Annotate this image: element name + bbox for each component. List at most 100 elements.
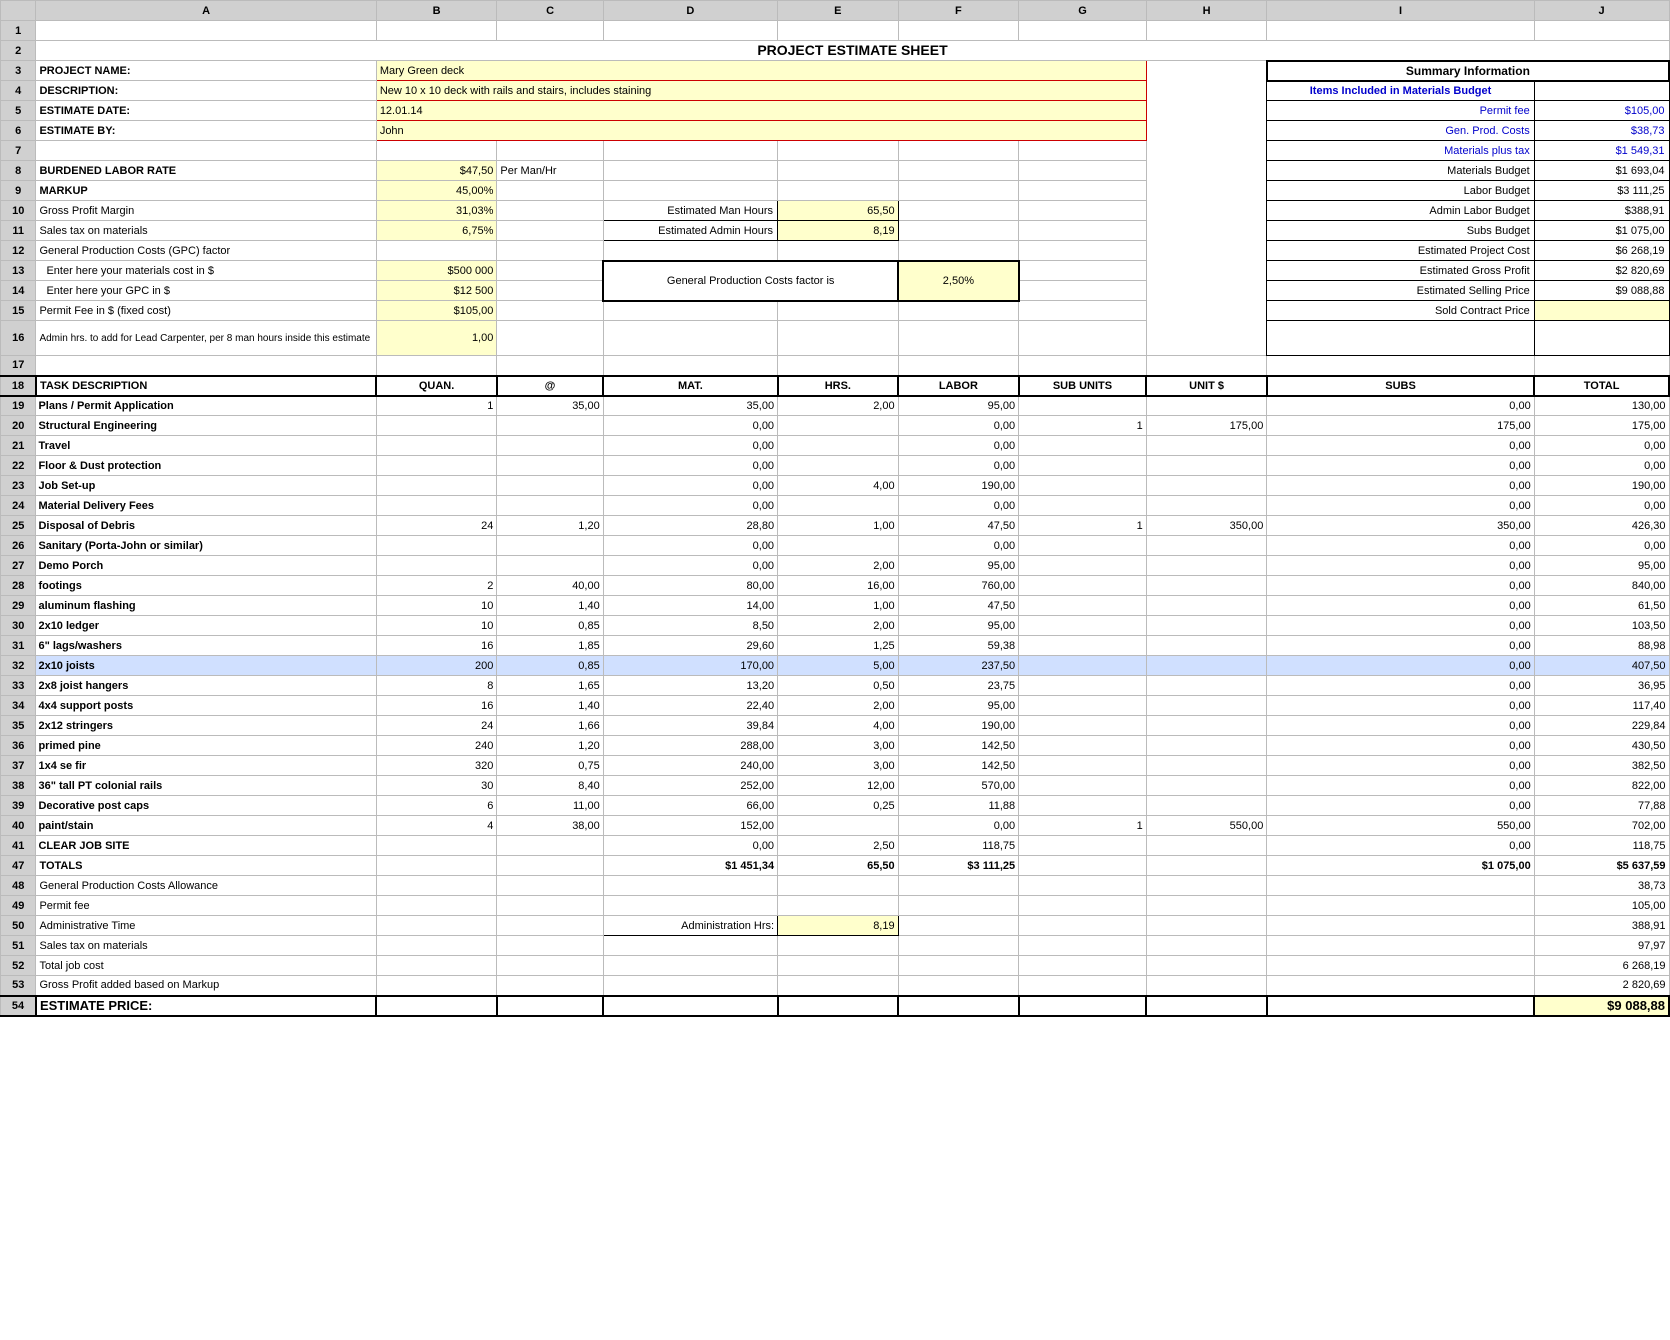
task-at: 0,75 <box>497 756 603 776</box>
task-at: 1,66 <box>497 716 603 736</box>
permit-value[interactable]: $105,00 <box>376 301 497 321</box>
row-8-g <box>1019 161 1147 181</box>
gpc-cost-value[interactable]: $12 500 <box>376 281 497 301</box>
row-9-c <box>497 181 603 201</box>
task-quan: 16 <box>376 696 497 716</box>
task-desc: 2x8 joist hangers <box>36 676 376 696</box>
table-row: 32 2x10 joists 200 0,85 170,00 5,00 237,… <box>1 656 1670 676</box>
task-total: 95,00 <box>1534 556 1669 576</box>
summary-sold-price-value[interactable] <box>1534 301 1669 321</box>
row-25-header: 25 <box>1 516 36 536</box>
task-mat: 0,00 <box>603 476 777 496</box>
row-8-f <box>898 161 1019 181</box>
row-28-header: 28 <box>1 576 36 596</box>
row-9-header: 9 <box>1 181 36 201</box>
row-10-f <box>898 201 1019 221</box>
col-d-header: D <box>603 1 777 21</box>
date-value[interactable]: 12.01.14 <box>376 101 1146 121</box>
row-6-h <box>1146 121 1267 141</box>
row-52-b <box>376 956 497 976</box>
row-10: 10 Gross Profit Margin 31,03% Estimated … <box>1 201 1670 221</box>
row-51-d <box>603 936 777 956</box>
row-7-h <box>1146 141 1267 161</box>
row-26-header: 26 <box>1 536 36 556</box>
table-row: 39 Decorative post caps 6 11,00 66,00 0,… <box>1 796 1670 816</box>
task-mat: 22,40 <box>603 696 777 716</box>
row-3-h <box>1146 61 1267 81</box>
markup-value[interactable]: 45,00% <box>376 181 497 201</box>
permit-fee-value2: 105,00 <box>1534 896 1669 916</box>
task-at: 0,85 <box>497 616 603 636</box>
admin-hrs-value2[interactable]: 8,19 <box>778 916 899 936</box>
row-53-header: 53 <box>1 976 36 996</box>
task-mat: 13,20 <box>603 676 777 696</box>
totals-at <box>497 856 603 876</box>
task-at <box>497 416 603 436</box>
task-quan: 24 <box>376 716 497 736</box>
row-8-h <box>1146 161 1267 181</box>
task-unit-s <box>1146 716 1267 736</box>
task-mat: 28,80 <box>603 516 777 536</box>
labor-rate-value[interactable]: $47,50 <box>376 161 497 181</box>
table-row: 33 2x8 joist hangers 8 1,65 13,20 0,50 2… <box>1 676 1670 696</box>
task-sub-units <box>1019 656 1147 676</box>
col-hrs-header: HRS. <box>778 376 899 396</box>
task-hrs <box>778 496 899 516</box>
row-53-c <box>497 976 603 996</box>
row-14-c <box>497 281 603 301</box>
row-11-c <box>497 221 603 241</box>
est-admin-hrs-value[interactable]: 8,19 <box>778 221 899 241</box>
totals-row: 47 TOTALS $1 451,34 65,50 $3 111,25 $1 0… <box>1 856 1670 876</box>
materials-cost-value[interactable]: $500 000 <box>376 261 497 281</box>
row-53-g <box>1019 976 1147 996</box>
task-subs: 0,00 <box>1267 796 1534 816</box>
gpc-factor-value[interactable]: 2,50% <box>898 261 1019 301</box>
row-21-header: 21 <box>1 436 36 456</box>
task-quan: 6 <box>376 796 497 816</box>
task-at <box>497 536 603 556</box>
project-name-value[interactable]: Mary Green deck <box>376 61 1146 81</box>
task-desc: Plans / Permit Application <box>36 396 376 416</box>
row-12-d <box>603 241 777 261</box>
task-at: 38,00 <box>497 816 603 836</box>
row-54-estimate: 54 ESTIMATE PRICE: $9 088,88 <box>1 996 1670 1016</box>
desc-value[interactable]: New 10 x 10 deck with rails and stairs, … <box>376 81 1146 101</box>
col-at-header: @ <box>497 376 603 396</box>
task-labor: 95,00 <box>898 396 1019 416</box>
task-desc: Material Delivery Fees <box>36 496 376 516</box>
task-hrs <box>778 536 899 556</box>
table-row: 29 aluminum flashing 10 1,40 14,00 1,00 … <box>1 596 1670 616</box>
row-23-header: 23 <box>1 476 36 496</box>
task-total: 822,00 <box>1534 776 1669 796</box>
summary-permit-value: $105,00 <box>1534 101 1669 121</box>
row-48-i <box>1267 876 1534 896</box>
row-53-i <box>1267 976 1534 996</box>
row-35-header: 35 <box>1 716 36 736</box>
permit-label: Permit Fee in $ (fixed cost) <box>36 301 376 321</box>
row-49-e <box>778 896 899 916</box>
row-51-g <box>1019 936 1147 956</box>
task-sub-units <box>1019 456 1147 476</box>
task-mat: 240,00 <box>603 756 777 776</box>
row-1-b <box>376 21 497 41</box>
task-hrs: 4,00 <box>778 716 899 736</box>
task-desc: 2x10 joists <box>36 656 376 676</box>
row-48-f <box>898 876 1019 896</box>
task-labor: 95,00 <box>898 696 1019 716</box>
row-9-d <box>603 181 777 201</box>
by-value[interactable]: John <box>376 121 1146 141</box>
row-15-h <box>1146 301 1267 321</box>
admin-hrs-value[interactable]: 1,00 <box>376 321 497 356</box>
est-man-hrs-value[interactable]: 65,50 <box>778 201 899 221</box>
row-37-header: 37 <box>1 756 36 776</box>
summary-mat-tax-value: $1 549,31 <box>1534 141 1669 161</box>
task-total: 382,50 <box>1534 756 1669 776</box>
row-54-f <box>898 996 1019 1016</box>
summary-admin-budget-value: $388,91 <box>1534 201 1669 221</box>
sales-tax-label2: Sales tax on materials <box>36 936 376 956</box>
task-unit-s <box>1146 756 1267 776</box>
task-subs: 0,00 <box>1267 676 1534 696</box>
task-labor: 95,00 <box>898 616 1019 636</box>
sales-tax-value[interactable]: 6,75% <box>376 221 497 241</box>
main-table: A B C D E F G H I J 1 2 PROJECT ESTIMATE… <box>0 0 1670 1017</box>
